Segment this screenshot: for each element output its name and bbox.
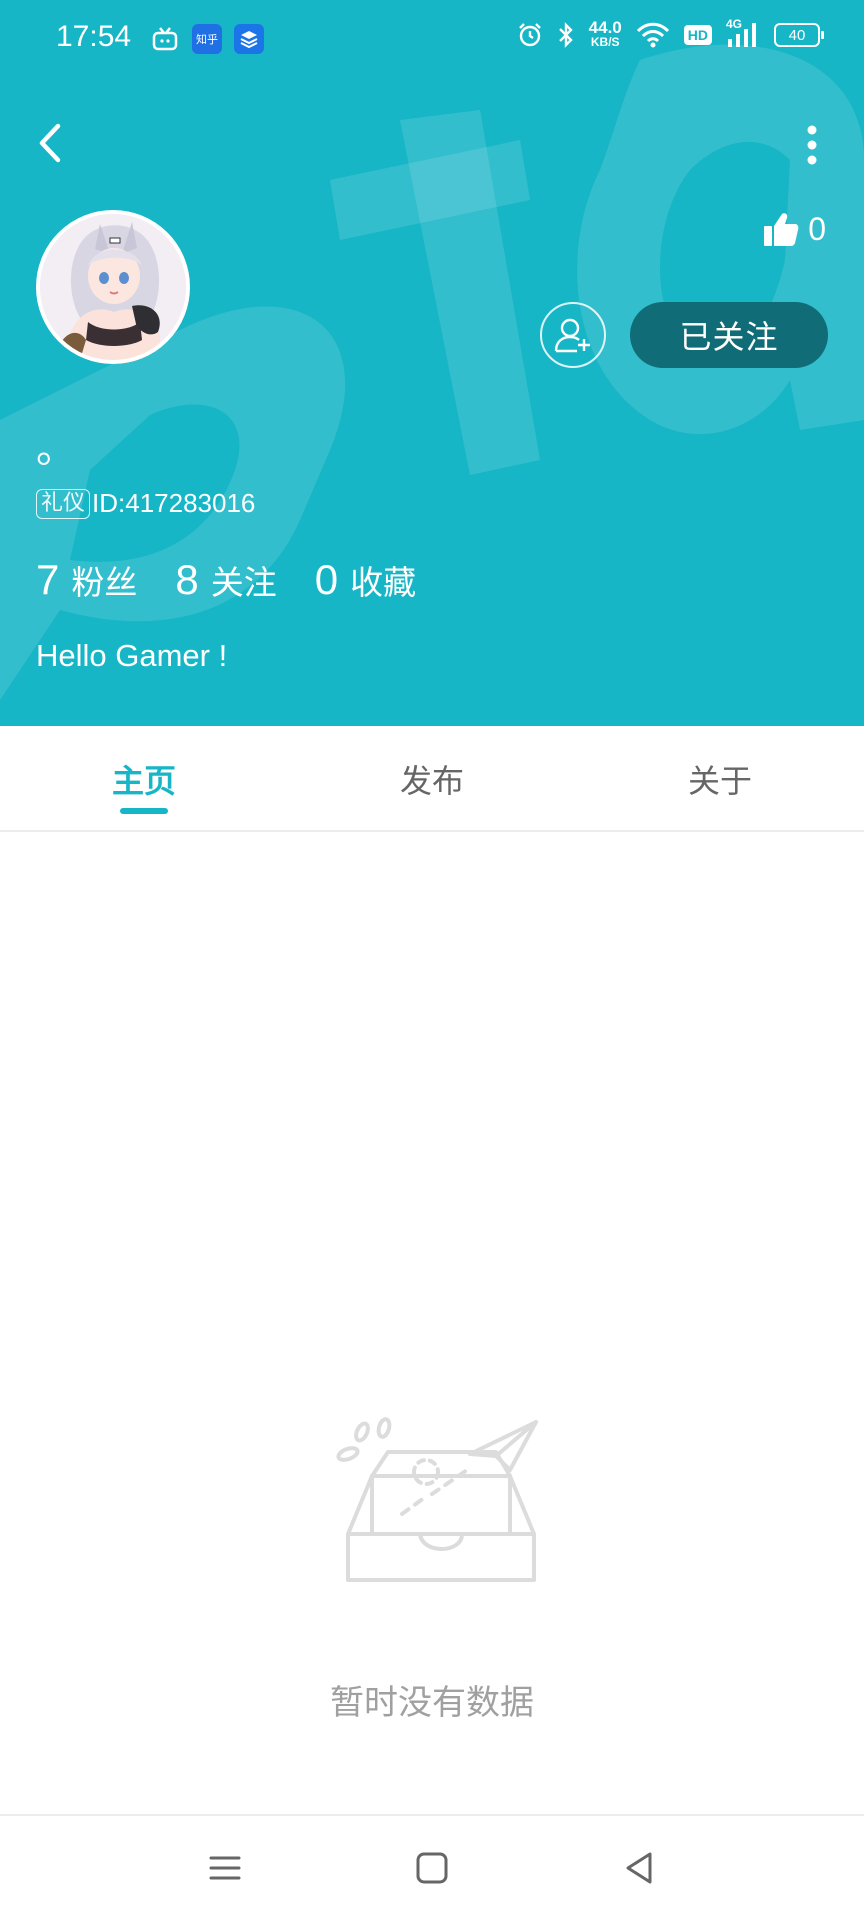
like-count: 0 xyxy=(808,210,826,247)
stat-fans-label: 粉丝 xyxy=(71,563,138,602)
net-speed: 44.0 KB/S xyxy=(589,19,622,50)
net-speed-unit: KB/S xyxy=(590,35,620,49)
like-counter[interactable]: 0 xyxy=(762,210,826,248)
zhihu-label: 知乎 xyxy=(196,33,218,46)
stat-following[interactable]: 8 关注 xyxy=(175,556,276,604)
zhihu-app-icon: 知乎 xyxy=(192,24,222,54)
more-vertical-icon xyxy=(807,125,817,165)
status-right-group: 44.0 KB/S HD 4G 40 xyxy=(517,17,824,50)
tab-about[interactable]: 关于 xyxy=(660,756,780,802)
chevron-left-icon xyxy=(39,123,61,163)
thumbs-up-icon xyxy=(764,213,799,246)
stat-favorites[interactable]: 0 收藏 xyxy=(315,556,416,604)
status-time: 17:54 xyxy=(56,20,132,53)
bio: Hello Gamer ! xyxy=(36,638,228,673)
nickname: 。 xyxy=(36,426,76,472)
menu-icon xyxy=(209,1856,241,1880)
square-icon xyxy=(416,1852,448,1884)
alarm-icon xyxy=(518,23,541,47)
stat-favorites-count: 0 xyxy=(314,556,339,603)
stats-row: 7 粉丝 8 关注 0 收藏 xyxy=(36,556,454,604)
back-nav-button[interactable] xyxy=(618,1846,662,1890)
stat-following-count: 8 xyxy=(175,556,199,603)
status-bar: 17:54 知乎 44.0 KB/S HD 4G 40 xyxy=(0,0,864,78)
stat-fans-count: 7 xyxy=(36,556,60,603)
battery-icon: 40 xyxy=(774,23,824,47)
user-id: ID:417283016 xyxy=(92,488,256,518)
profile-header: 17:54 知乎 44.0 KB/S HD 4G 40 0 已关注 。 礼仪 I… xyxy=(0,0,864,726)
bluetooth-icon xyxy=(558,22,573,48)
empty-state-text: 暂时没有数据 xyxy=(330,1683,534,1723)
empty-inbox-icon xyxy=(336,1417,538,1582)
tab-bar: 主页 发布 关于 xyxy=(0,726,864,832)
add-friend-button[interactable] xyxy=(540,302,606,368)
id-row: 礼仪 ID:417283016 xyxy=(36,488,255,519)
battery-level: 40 xyxy=(788,26,806,44)
followed-button[interactable]: 已关注 xyxy=(630,302,828,368)
system-nav-bar xyxy=(0,1814,864,1920)
stat-favorites-label: 收藏 xyxy=(350,563,417,602)
signal-icon: 4G xyxy=(726,17,760,49)
tab-posts[interactable]: 发布 xyxy=(372,756,492,802)
add-user-icon xyxy=(554,318,590,353)
title-badge: 礼仪 xyxy=(36,488,91,519)
layers-app-icon xyxy=(234,24,264,54)
back-button[interactable] xyxy=(30,118,74,168)
tab-active-indicator xyxy=(120,808,168,814)
triangle-back-icon xyxy=(626,1852,652,1884)
more-options-button[interactable] xyxy=(800,120,824,170)
stat-following-label: 关注 xyxy=(210,563,277,602)
avatar-image xyxy=(40,214,186,360)
tv-app-icon xyxy=(150,24,180,54)
menu-button[interactable] xyxy=(203,1846,247,1890)
avatar[interactable] xyxy=(36,210,190,364)
stat-fans[interactable]: 7 粉丝 xyxy=(36,556,137,604)
tab-home[interactable]: 主页 xyxy=(84,756,204,802)
home-button[interactable] xyxy=(410,1846,454,1890)
hd-badge: HD xyxy=(683,25,712,45)
wifi-icon xyxy=(636,22,669,48)
